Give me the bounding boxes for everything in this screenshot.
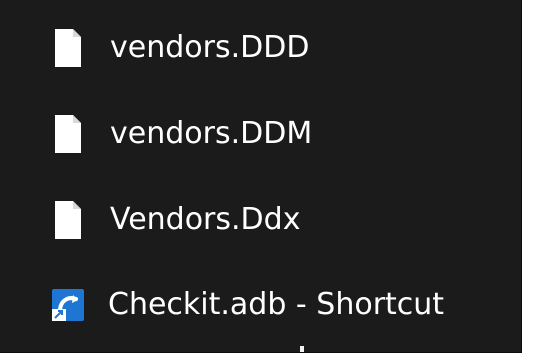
blank-file-icon [50, 196, 86, 244]
file-item-vendors-ddm[interactable]: vendors.DDM [0, 104, 521, 164]
blank-file-icon [50, 24, 86, 72]
file-item-vendors-ddd[interactable]: vendors.DDD [0, 18, 521, 78]
file-item-checkit-shortcut[interactable]: Checkit.adb - Shortcut [0, 275, 521, 335]
cursor-artifact [300, 346, 304, 352]
explorer-file-pane: vendors.DDD vendors.DDM Vendors.Ddx Chec… [0, 0, 522, 353]
shortcut-app-icon [50, 281, 86, 329]
file-name: vendors.DDD [110, 30, 310, 65]
file-name: Checkit.adb - Shortcut [108, 287, 445, 322]
file-name: vendors.DDM [110, 116, 313, 151]
file-list: vendors.DDD vendors.DDM Vendors.Ddx Chec… [0, 0, 521, 352]
file-name: Vendors.Ddx [110, 202, 301, 237]
file-item-vendors-ddx[interactable]: Vendors.Ddx [0, 190, 521, 250]
blank-file-icon [50, 110, 86, 158]
